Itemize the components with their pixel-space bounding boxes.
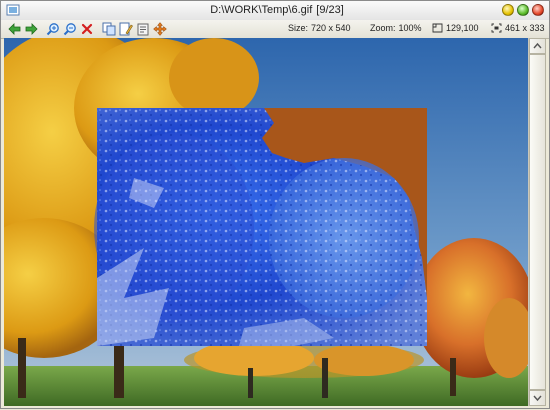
toolbar: Size: 720 x 540 Zoom: 100% 129,100 461 x 3…	[1, 20, 549, 39]
zoom-out-icon[interactable]	[62, 21, 78, 37]
back-arrow-icon[interactable]	[6, 21, 22, 37]
toolbar-buttons	[6, 21, 168, 37]
scrollbar-thumb[interactable]	[529, 54, 546, 390]
copy-icon[interactable]	[101, 21, 117, 37]
image-viewer-window: D:\WORK\Temp\6.gif [9/23] Size: 720 x 54…	[0, 0, 550, 409]
info-icon[interactable]	[135, 21, 151, 37]
zoom-value: 100%	[398, 23, 422, 33]
vertical-scrollbar[interactable]	[528, 38, 546, 406]
window-title-path: D:\WORK\Temp\6.gif	[210, 4, 313, 16]
forward-arrow-icon[interactable]	[23, 21, 39, 37]
move-icon[interactable]	[152, 21, 168, 37]
image-canvas[interactable]	[4, 38, 528, 406]
image-content	[4, 38, 528, 406]
window-title: D:\WORK\Temp\6.gif [9/23]	[1, 4, 549, 16]
image-size-label: Size:	[288, 23, 309, 33]
scroll-up-button[interactable]	[529, 38, 546, 54]
scroll-down-icon	[533, 395, 542, 402]
cursor-position-status: 129,100	[432, 23, 479, 34]
minimize-button[interactable]	[502, 4, 514, 16]
selection-size-icon	[491, 23, 502, 33]
zoom-status: Zoom: 100%	[370, 23, 422, 33]
image-size-status: Size: 720 x 540	[288, 23, 351, 33]
maximize-button[interactable]	[517, 4, 529, 16]
window-title-counter: [9/23]	[316, 4, 344, 16]
cursor-position-value: 129,100	[446, 23, 479, 33]
window-controls	[502, 4, 544, 16]
zoom-in-icon[interactable]	[45, 21, 61, 37]
zoom-label: Zoom:	[370, 23, 396, 33]
cursor-position-icon	[432, 23, 443, 33]
selection-size-status: 461 x 333	[491, 23, 545, 34]
image-size-value: 720 x 540	[311, 23, 351, 33]
close-button[interactable]	[532, 4, 544, 16]
scroll-down-button[interactable]	[529, 390, 546, 406]
edit-icon[interactable]	[118, 21, 134, 37]
delete-icon[interactable]	[79, 21, 95, 37]
scroll-up-icon	[533, 42, 542, 49]
title-bar[interactable]: D:\WORK\Temp\6.gif [9/23]	[1, 1, 549, 21]
selection-size-value: 461 x 333	[505, 23, 545, 33]
